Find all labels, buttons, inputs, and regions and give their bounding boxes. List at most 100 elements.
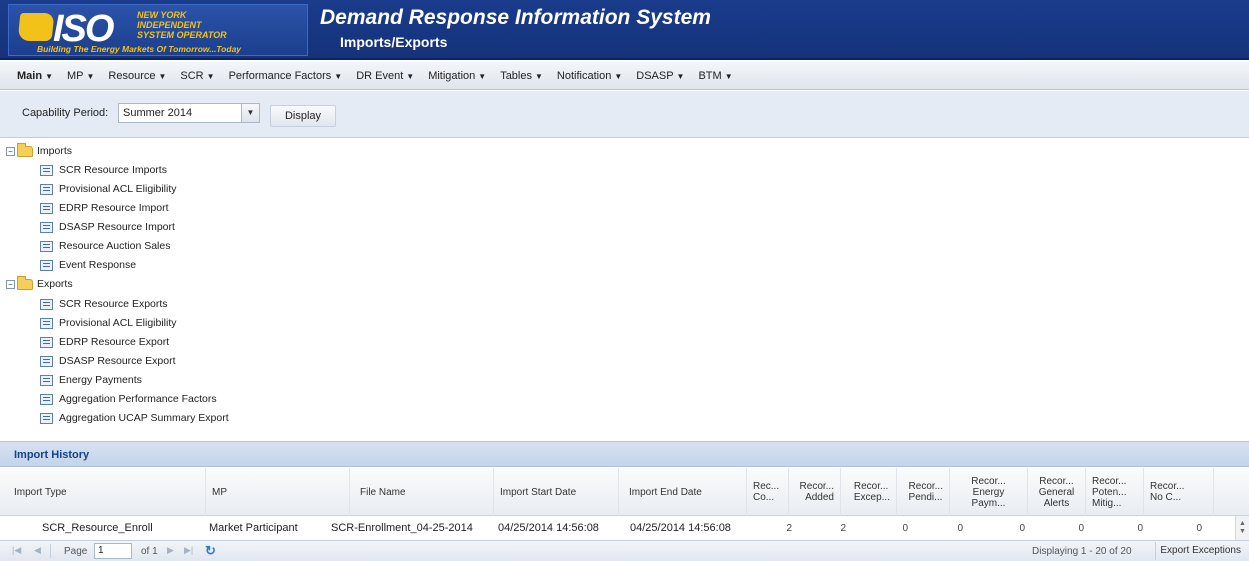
previous-page-icon[interactable]: ◀ [34,545,41,556]
col-records-added[interactable]: Recor... Added [789,468,841,516]
tree-folder-imports[interactable]: − Imports [6,142,72,157]
tree-item-scr-resource-exports[interactable]: SCR Resource Exports [40,298,168,310]
col-import-start-date[interactable]: Import Start Date [494,468,619,516]
page-number-input[interactable]: 1 [94,543,132,559]
menu-label: BTM [698,69,722,82]
col-records-potential-mitigation[interactable]: Recor... Poten... Mitig... [1086,468,1144,516]
folder-open-icon [17,142,33,157]
menu-btm[interactable]: BTM ▼ [691,70,739,82]
toolbar-separator [50,544,51,558]
col-import-end-date[interactable]: Import End Date [619,468,747,516]
pagination-toolbar: |◀ ◀ Page 1 of 1 ▶ ▶| ↻ Displaying 1 - 2… [0,540,1249,561]
next-page-icon[interactable]: ▶ [167,545,174,556]
col-mp[interactable]: MP [206,468,350,516]
collapse-icon[interactable]: − [6,146,15,156]
tree-item-edrp-resource-export[interactable]: EDRP Resource Export [40,336,169,348]
list-icon [40,259,53,271]
menu-label: Main [17,69,43,82]
cell-records-no-change: 0 [1196,522,1202,534]
logo-org-text: NEW YORK INDEPENDENT SYSTEM OPERATOR [137,10,227,40]
tree-item-label: EDRP Resource Export [59,336,170,348]
chevron-down-icon[interactable]: ▼ [241,104,259,122]
tree-item-edrp-resource-import[interactable]: EDRP Resource Import [40,202,169,214]
display-button[interactable]: Display [270,105,336,127]
tree-item-resource-auction-sales[interactable]: Resource Auction Sales [40,240,170,252]
refresh-icon[interactable]: ↻ [205,543,216,559]
tree-folder-exports[interactable]: − Exports [6,275,73,290]
menu-tables[interactable]: Tables ▼ [493,70,550,82]
menu-performance-factors[interactable]: Performance Factors ▼ [222,70,350,82]
menu-label: SCR [180,69,204,82]
column-label: Recor... Excep... [853,481,890,503]
menu-label: DSASP [636,69,674,82]
column-label: Recor... General Alerts [1038,475,1075,509]
column-label: Import Type [14,486,67,498]
tree-item-label: Provisional ACL Eligibility [59,183,177,195]
tree-item-aggregation-ucap-summary-export[interactable]: Aggregation UCAP Summary Export [40,412,229,424]
tree-item-label: Aggregation Performance Factors [59,393,217,405]
page-title: Imports/Exports [340,34,448,50]
menu-main[interactable]: Main ▼ [10,70,60,82]
tree-item-label: Event Response [59,259,137,271]
folder-open-icon [17,275,33,290]
list-icon [40,164,53,176]
col-records-no-change[interactable]: Recor... No C... [1144,468,1214,516]
menu-mp[interactable]: MP ▼ [60,70,101,82]
tree-item-label: Aggregation UCAP Summary Export [59,412,229,424]
table-row[interactable]: SCR_Resource_Enroll Market Participant S… [0,516,1249,540]
column-label: Recor... Poten... Mitig... [1092,475,1127,509]
tree-item-label: SCR Resource Exports [59,298,168,310]
cell-file-name: SCR-Enrollment_04-25-2014 [331,522,473,534]
chevron-down-icon: ▼ [614,71,623,81]
tree-item-scr-resource-imports[interactable]: SCR Resource Imports [40,164,167,176]
tree-item-label: DSASP Resource Export [59,355,176,367]
tree-item-dsasp-resource-import[interactable]: DSASP Resource Import [40,221,175,233]
cell-records-energy-payments: 0 [1019,522,1025,534]
column-label: Import End Date [629,486,702,498]
column-label: Recor... Energy Paym... [971,475,1006,509]
col-records-pending[interactable]: Recor... Pendi... [897,468,950,516]
list-icon [40,336,53,348]
cell-records-general-alerts: 0 [1078,522,1084,534]
chevron-down-icon: ▼ [406,71,415,81]
capability-period-label: Capability Period: [22,107,109,119]
capability-period-select[interactable]: Summer 2014 ▼ [118,103,260,123]
col-import-type[interactable]: Import Type [0,468,206,516]
collapse-icon[interactable]: − [6,279,15,289]
page-count-label: of 1 [141,546,158,557]
app-header: ISO NEW YORK INDEPENDENT SYSTEM OPERATOR… [0,0,1249,60]
tree-item-label: EDRP Resource Import [59,202,169,214]
tree-item-aggregation-performance-factors[interactable]: Aggregation Performance Factors [40,393,217,405]
tree-item-energy-payments[interactable]: Energy Payments [40,374,142,386]
cell-import-start-date: 04/25/2014 14:56:08 [498,522,599,534]
cell-records-potential-mitigation: 0 [1137,522,1143,534]
chevron-down-icon: ▼ [158,71,167,81]
tree-item-provisional-acl-export[interactable]: Provisional ACL Eligibility [40,317,177,329]
menu-mitigation[interactable]: Mitigation ▼ [421,70,493,82]
menu-label: Tables [500,69,532,82]
horizontal-scroll-arrows[interactable]: ▲ ▼ [1235,516,1249,540]
filter-panel: Capability Period: Summer 2014 ▼ Display [0,91,1249,138]
col-records-energy-payments[interactable]: Recor... Energy Paym... [950,468,1028,516]
menu-dsasp[interactable]: DSASP ▼ [629,70,691,82]
menu-resource[interactable]: Resource ▼ [101,70,173,82]
col-file-name[interactable]: File Name [350,468,494,516]
list-icon [40,240,53,252]
col-records-count[interactable]: Rec... Co... [747,468,789,516]
menu-dr-event[interactable]: DR Event ▼ [349,70,421,82]
col-records-general-alerts[interactable]: Recor... General Alerts [1028,468,1086,516]
col-records-exceptions[interactable]: Recor... Excep... [841,468,897,516]
tree-item-dsasp-resource-export[interactable]: DSASP Resource Export [40,355,176,367]
first-page-icon[interactable]: |◀ [12,545,21,556]
column-label: Rec... Co... [753,481,780,503]
import-history-title: Import History [0,441,1249,467]
tree-item-label: Resource Auction Sales [59,240,171,252]
export-exceptions-button[interactable]: Export Exceptions [1155,542,1245,560]
tree-item-event-response[interactable]: Event Response [40,259,136,271]
menu-notification[interactable]: Notification ▼ [550,70,629,82]
last-page-icon[interactable]: ▶| [184,545,193,556]
list-icon [40,317,53,329]
menu-scr[interactable]: SCR ▼ [173,70,221,82]
tree-item-provisional-acl-import[interactable]: Provisional ACL Eligibility [40,183,177,195]
tree-item-label: SCR Resource Imports [59,164,167,176]
